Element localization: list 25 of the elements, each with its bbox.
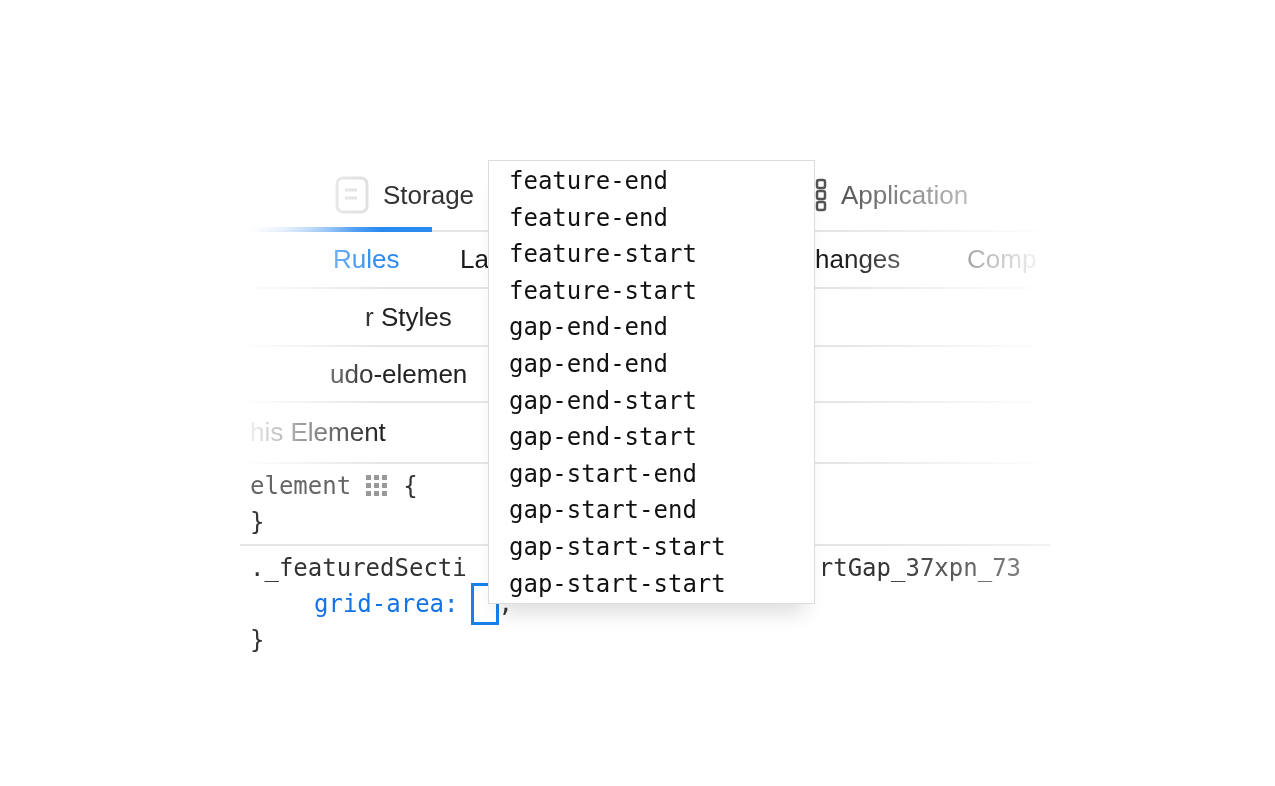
stacked-squares-icon [815,178,827,212]
autocomplete-item[interactable]: gap-end-start [489,382,814,420]
panel-tab[interactable]: Application [815,178,969,212]
css-selector: element [250,471,352,502]
autocomplete-item[interactable]: feature-start [489,272,814,310]
autocomplete-item[interactable]: feature-end [489,163,814,200]
property-name[interactable]: grid-area: [314,586,459,622]
css-selector: rtGap_37xpn_73 [818,553,1022,584]
autocomplete-item[interactable]: gap-end-end [489,309,814,346]
autocomplete-item[interactable]: gap-start-end [489,455,814,493]
brace: } [250,507,265,538]
autocomplete-item[interactable]: gap-start-start [489,565,814,603]
autocomplete-item[interactable]: gap-end-start [489,419,814,456]
autocomplete-item[interactable]: feature-end [489,199,814,237]
sidebar-tab[interactable]: hanges [815,244,967,275]
css-selector: ._featuredSecti [250,553,467,584]
panel-tab[interactable]: Storage [335,176,475,214]
storage-icon [335,176,369,214]
brace: } [250,625,265,656]
autocomplete-item[interactable]: gap-start-end [489,492,814,529]
autocomplete-item[interactable]: gap-start-start [489,528,814,566]
autocomplete-item[interactable]: feature-start [489,236,814,273]
autocomplete-item[interactable]: gap-end-end [489,345,814,383]
brace: { [403,471,418,502]
grid-icon[interactable] [365,474,390,498]
